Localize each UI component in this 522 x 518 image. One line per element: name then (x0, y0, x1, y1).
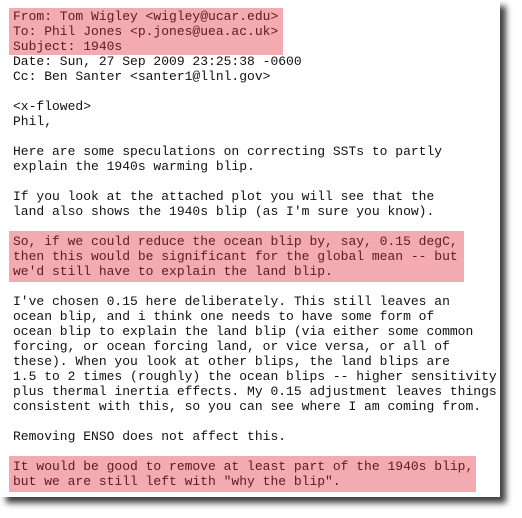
body-line: but we are still left with "why the blip… (13, 474, 341, 489)
highlight-header: From: Tom Wigley <wigley@ucar.edu> To: P… (9, 8, 283, 55)
format-tag: <x-flowed> (13, 99, 92, 114)
cc-line: Cc: Ben Santer <santer1@llnl.gov> (13, 69, 271, 84)
to-line: To: Phil Jones <p.jones@uea.ac.uk> (13, 24, 279, 39)
paragraph-5: Removing ENSO does not affect this. (13, 429, 287, 444)
body-line: we'd still have to explain the land blip… (13, 264, 333, 279)
body-line: these). When you look at other blips, th… (13, 354, 450, 369)
body-line: plus thermal inertia effects. My 0.15 ad… (13, 384, 497, 399)
greeting: Phil, (13, 114, 53, 129)
body-line: ocean blip, and i think one needs to hav… (13, 309, 435, 324)
from-line: From: Tom Wigley <wigley@ucar.edu> (13, 9, 279, 24)
highlight-paragraph-3: So, if we could reduce the ocean blip by… (9, 231, 464, 282)
body-line: Here are some speculations on correcting… (13, 144, 443, 159)
body-line: It would be good to remove at least part… (13, 459, 474, 474)
subject-line: Subject: 1940s (13, 39, 123, 54)
body-line: If you look at the attached plot you wil… (13, 189, 435, 204)
body-line: ocean blip to explain the land blip (via… (13, 324, 474, 339)
body-line: consistent with this, so you can see whe… (13, 399, 482, 414)
paragraph-4: I've chosen 0.15 here deliberately. This… (13, 294, 497, 414)
date-line: Date: Sun, 27 Sep 2009 23:25:38 -0600 (13, 54, 302, 69)
highlight-paragraph-6: It would be good to remove at least part… (9, 456, 476, 492)
body-line: explain the 1940s warming blip. (13, 159, 255, 174)
body-line: forcing, or ocean forcing land, or vice … (13, 339, 450, 354)
email-content: From: Tom Wigley <wigley@ucar.edu> To: P… (9, 8, 497, 492)
email-page: From: Tom Wigley <wigley@ucar.edu> To: P… (0, 0, 500, 497)
paragraph-2: If you look at the attached plot you wil… (13, 189, 497, 219)
body-line: land also shows the 1940s blip (as I'm s… (13, 204, 435, 219)
paragraph-1: Here are some speculations on correcting… (13, 144, 497, 174)
body-line: So, if we could reduce the ocean blip by… (13, 234, 458, 249)
body-line: then this would be significant for the g… (13, 249, 458, 264)
body-line: I've chosen 0.15 here deliberately. This… (13, 294, 450, 309)
body-line: 1.5 to 2 times (roughly) the ocean blips… (13, 369, 497, 384)
